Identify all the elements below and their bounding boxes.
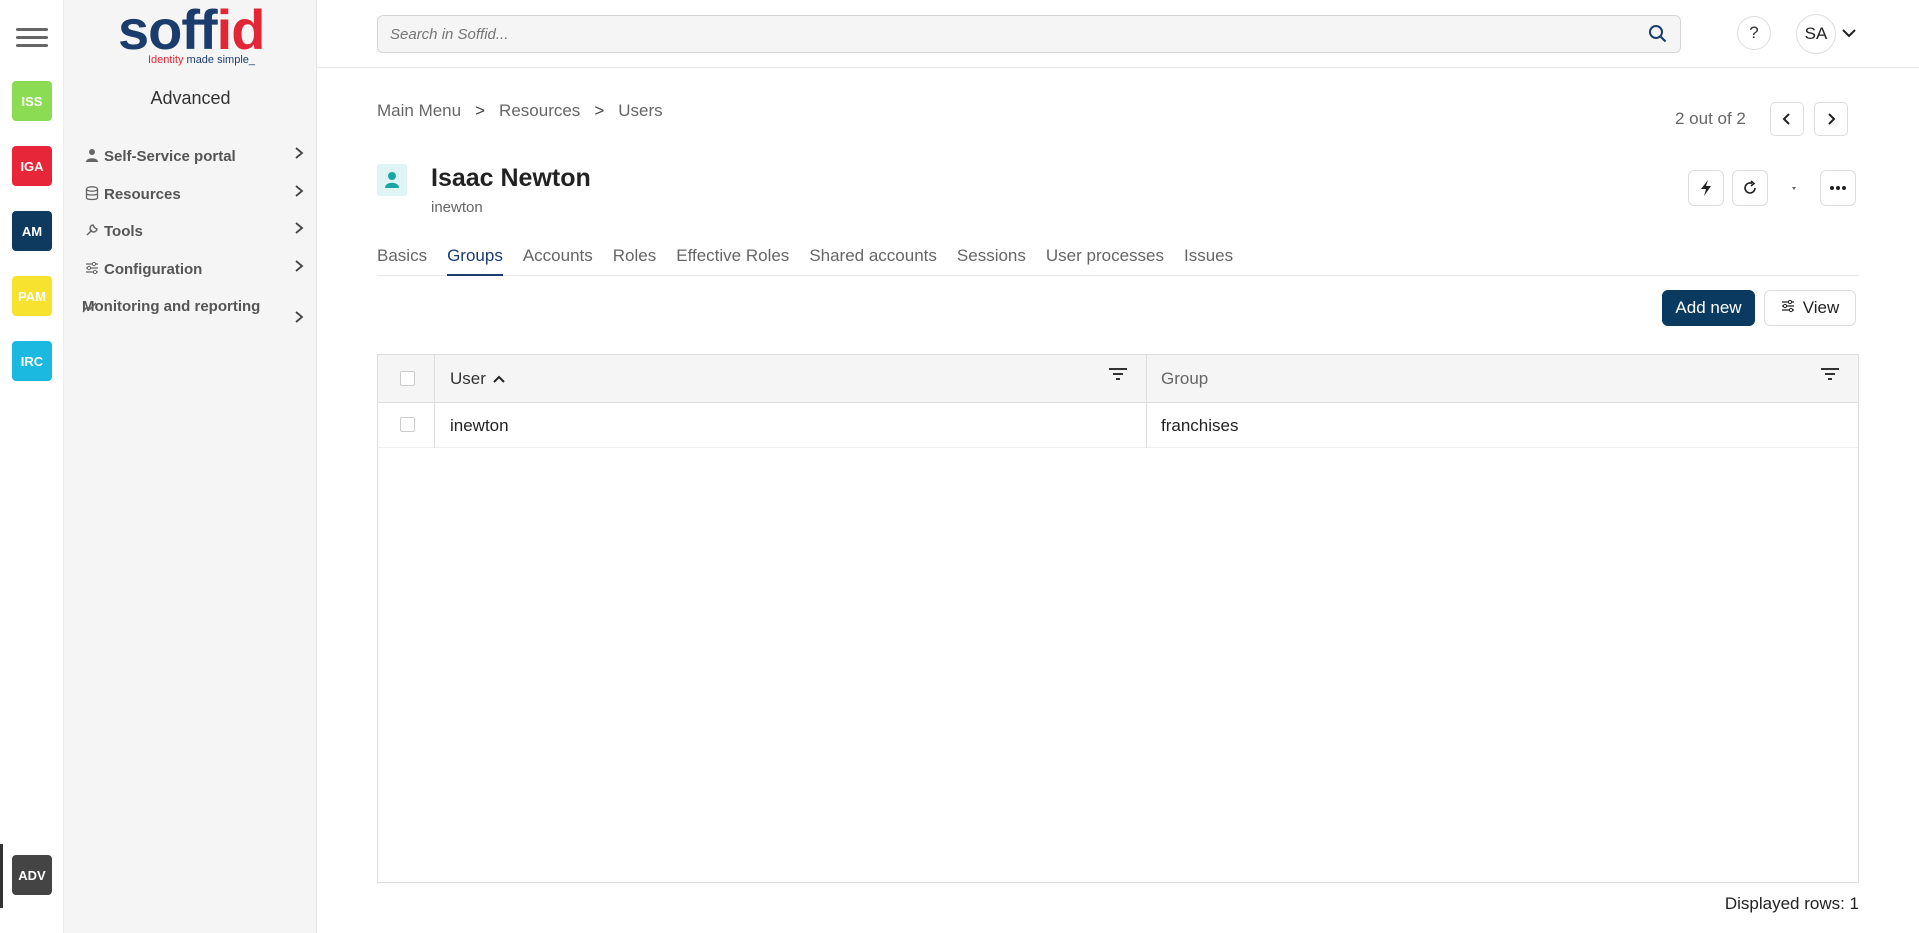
column-header-group[interactable]: Group (1161, 369, 1208, 389)
nav-item-label: Tools (104, 223, 143, 240)
user-tabs: Basics Groups Accounts Roles Effective R… (377, 246, 1859, 276)
nav-item-self-service[interactable]: Self-Service portal (82, 146, 308, 168)
rail-iss-button[interactable]: ISS (12, 81, 52, 121)
pager-count: 2 out of 2 (1675, 109, 1746, 128)
nav-item-label: Configuration (104, 261, 203, 278)
database-icon (82, 184, 102, 201)
view-button-label: View (1802, 298, 1840, 317)
logo-tag-blue: made simple_ (183, 54, 256, 66)
soffid-logo[interactable]: soffid Identity made simple_ (118, 2, 268, 68)
lightning-icon[interactable] (1688, 170, 1724, 206)
small-dot-icon[interactable] (1776, 170, 1812, 206)
record-actions (1688, 170, 1856, 206)
breadcrumb-separator: > (594, 101, 605, 120)
nav-item-label: Self-Service portal (104, 148, 236, 165)
tab-effective-roles[interactable]: Effective Roles (676, 246, 789, 276)
rail-pam-button[interactable]: PAM (12, 276, 52, 316)
nav-item-resources[interactable]: Resources (82, 184, 308, 206)
breadcrumb-resources[interactable]: Resources (499, 101, 580, 121)
chevron-right-icon (294, 259, 308, 278)
cell-group: franchises (1161, 416, 1239, 435)
nav-item-tools[interactable]: Tools (82, 221, 308, 243)
more-options-icon[interactable] (1820, 170, 1856, 206)
rail-active-indicator (0, 844, 3, 908)
global-search (377, 15, 1681, 53)
column-divider (434, 403, 435, 448)
tab-shared-accounts[interactable]: Shared accounts (809, 246, 937, 276)
logo-tagline: Identity made simple_ (148, 54, 255, 66)
sort-ascending-icon (492, 369, 506, 389)
select-all-checkbox[interactable] (400, 371, 415, 386)
groups-table: User Group inewton franchises (377, 354, 1859, 883)
sliders-icon (82, 259, 102, 275)
logo-accent-text: id (216, 0, 266, 61)
chevron-right-icon (294, 146, 308, 165)
top-bar: ? SA (317, 0, 1919, 68)
table-row[interactable]: inewton franchises (378, 403, 1858, 448)
breadcrumb-users[interactable]: Users (618, 101, 662, 121)
main-panel: ? SA Main Menu > Resources > Users 2 out… (317, 0, 1919, 933)
previous-record-button[interactable] (1769, 102, 1804, 136)
column-divider (434, 355, 435, 403)
nav-item-label: Monitoring and reporting (82, 298, 261, 315)
filter-icon[interactable] (1820, 367, 1840, 383)
add-new-button[interactable]: Add new (1662, 290, 1755, 326)
tab-user-processes[interactable]: User processes (1046, 246, 1164, 276)
tab-sessions[interactable]: Sessions (957, 246, 1026, 276)
nav-title: Advanced (150, 88, 231, 108)
rail-irc-button[interactable]: IRC (12, 341, 52, 381)
search-icon[interactable] (1648, 24, 1668, 44)
page-title: Isaac Newton (431, 164, 591, 192)
product-rail: ISS IGA AM PAM IRC ADV (0, 0, 64, 933)
sliders-icon (1781, 298, 1795, 318)
tab-roles[interactable]: Roles (613, 246, 656, 276)
search-input[interactable] (390, 25, 1648, 43)
view-button[interactable]: View (1764, 290, 1856, 326)
tab-groups[interactable]: Groups (447, 246, 503, 276)
tab-basics[interactable]: Basics (377, 246, 427, 276)
rail-iga-button[interactable]: IGA (12, 146, 52, 186)
rail-am-button[interactable]: AM (12, 211, 52, 251)
app-root: ISS IGA AM PAM IRC ADV soffid Identity m… (0, 0, 1919, 933)
chevron-right-icon (294, 184, 308, 203)
tab-issues[interactable]: Issues (1184, 246, 1233, 276)
column-divider (1146, 403, 1147, 448)
breadcrumb-main-menu[interactable]: Main Menu (377, 101, 461, 121)
nav-sidebar: soffid Identity made simple_ Advanced Se… (64, 0, 317, 933)
user-login: inewton (431, 199, 483, 216)
nav-item-configuration[interactable]: Configuration (82, 259, 308, 281)
cell-user: inewton (450, 416, 509, 435)
breadcrumb: Main Menu > Resources > Users (377, 101, 663, 121)
record-pager: 2 out of 2 (1675, 102, 1848, 136)
rail-adv-button[interactable]: ADV (12, 855, 52, 895)
next-record-button[interactable] (1813, 102, 1848, 136)
column-header-user-label: User (450, 369, 486, 388)
user-avatar-icon (377, 164, 407, 196)
breadcrumb-separator: > (475, 101, 486, 120)
refresh-icon[interactable] (1732, 170, 1768, 206)
user-avatar[interactable]: SA (1796, 14, 1836, 54)
logo-main-text: soff (118, 0, 218, 61)
logo-tag-red: Identity (148, 54, 184, 66)
displayed-rows: Displayed rows: 1 (1724, 894, 1859, 913)
person-icon (82, 146, 102, 162)
chart-line-icon (82, 300, 98, 318)
nav-item-monitoring[interactable]: Monitoring and reporting (82, 296, 308, 329)
column-header-user[interactable]: User (450, 369, 506, 389)
chevron-right-icon (294, 221, 308, 240)
row-checkbox[interactable] (400, 417, 415, 432)
help-button[interactable]: ? (1737, 16, 1771, 50)
filter-icon[interactable] (1108, 367, 1128, 383)
column-divider (1146, 355, 1147, 403)
table-header: User Group (378, 355, 1858, 403)
hamburger-menu-icon[interactable] (16, 28, 48, 52)
chevron-right-icon (294, 296, 308, 329)
chevron-down-icon[interactable] (1840, 24, 1858, 42)
tab-accounts[interactable]: Accounts (523, 246, 593, 276)
wrench-icon (82, 221, 102, 237)
nav-item-label: Resources (104, 186, 181, 203)
